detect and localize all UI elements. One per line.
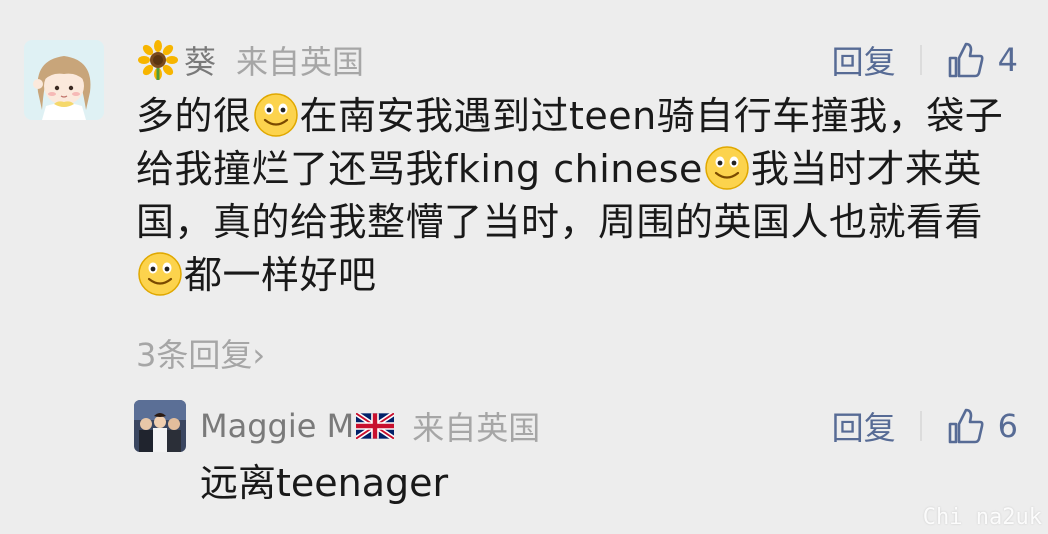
smiley-icon (253, 93, 298, 137)
watermark: Chi na2uk (922, 505, 1042, 530)
comment-text-part: 多的很 (136, 94, 252, 138)
comment-actions: 回复 4 (832, 36, 1018, 84)
reply-username[interactable]: Maggie M (200, 407, 354, 445)
uk-flag-icon (354, 411, 396, 441)
divider (919, 45, 922, 75)
reply-header: Maggie M 来自英国 (200, 402, 540, 450)
comment-text-part: 都一样好吧 (184, 253, 377, 297)
reply-like-count: 6 (997, 407, 1018, 445)
divider (919, 411, 922, 441)
like-count: 4 (997, 41, 1018, 79)
smiley-icon (705, 146, 749, 190)
reply-reply-button[interactable]: 回复 (832, 403, 896, 449)
reply-button[interactable]: 回复 (832, 37, 896, 83)
username[interactable]: 葵 (184, 37, 216, 83)
thumbs-up-icon (948, 408, 984, 444)
reply-count-label: 3条回复 (136, 336, 253, 374)
reply-text: 远离teenager (200, 461, 449, 505)
comment-text: 多的很 在南安我遇到过teen骑自行车撞我，袋子给我撞烂了还骂我fking chi… (136, 90, 1016, 302)
reply-location-label: 来自英国 (412, 409, 541, 447)
reply-like-button[interactable]: 6 (946, 406, 1018, 446)
like-button[interactable]: 4 (946, 40, 1018, 80)
comment-header: 葵 来自英国 (138, 36, 364, 84)
view-replies-link[interactable]: 3条回复› (136, 330, 265, 376)
chevron-right-icon: › (252, 336, 266, 374)
reply-avatar[interactable] (134, 400, 186, 452)
avatar[interactable] (24, 40, 104, 120)
location-label: 来自英国 (236, 43, 365, 81)
smiley-icon (138, 252, 182, 296)
sunflower-icon (138, 40, 178, 80)
reply-actions: 回复 6 (832, 402, 1018, 450)
thumbs-up-icon (948, 42, 984, 78)
